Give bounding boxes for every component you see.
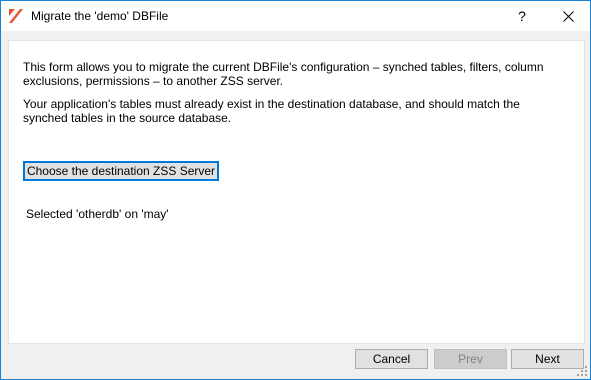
close-button[interactable] — [552, 1, 585, 31]
cancel-button[interactable]: Cancel — [355, 349, 428, 369]
window-title: Migrate the 'demo' DBFile — [31, 9, 169, 23]
title-bar[interactable]: Migrate the 'demo' DBFile ? — [1, 1, 590, 31]
help-button[interactable]: ? — [507, 1, 537, 31]
close-icon — [563, 10, 574, 22]
help-icon: ? — [518, 8, 526, 24]
choose-server-button[interactable]: Choose the destination ZSS Server — [23, 161, 219, 181]
prev-button[interactable]: Prev — [434, 349, 507, 369]
next-button[interactable]: Next — [511, 349, 584, 369]
intro-text: This form allows you to migrate the curr… — [23, 60, 544, 88]
resize-grip-icon[interactable] — [577, 366, 587, 376]
app-icon — [9, 9, 23, 23]
note-text: Your application's tables must already e… — [23, 97, 520, 125]
selected-server-text: Selected 'otherdb' on 'may' — [26, 207, 169, 221]
dialog-window: Migrate the 'demo' DBFile ? This form al… — [0, 0, 591, 380]
content-panel: This form allows you to migrate the curr… — [8, 40, 585, 344]
